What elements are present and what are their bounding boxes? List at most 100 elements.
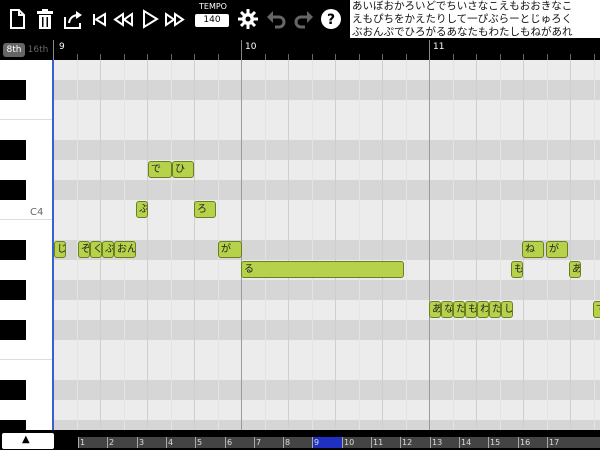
redo-icon[interactable] [293, 8, 315, 30]
trash-icon[interactable] [34, 8, 56, 30]
overview-bar-cell[interactable]: 1 [78, 437, 107, 448]
skip-to-start-icon[interactable] [88, 8, 110, 30]
c4-label: C4 [30, 207, 44, 218]
grid-row [53, 360, 600, 380]
black-key[interactable] [0, 180, 26, 200]
note-block[interactable]: も [465, 301, 477, 318]
black-key[interactable] [0, 240, 26, 260]
overview-bar-cell[interactable]: 2 [107, 437, 136, 448]
overview-bar-cell[interactable]: 13 [430, 437, 459, 448]
note-block[interactable]: な [441, 301, 453, 318]
note-block[interactable]: ね [522, 241, 544, 258]
grid-line [335, 60, 336, 430]
note-block[interactable]: ぞ [78, 241, 90, 258]
note-block[interactable]: ぷ [136, 201, 148, 218]
key-divider [0, 219, 53, 220]
grid-row [53, 220, 600, 240]
snap-8th-button[interactable]: 8th [3, 43, 25, 57]
grid-line [288, 60, 289, 430]
grid-line [570, 60, 571, 430]
note-block[interactable]: ぶ [102, 241, 114, 258]
note-block[interactable]: が [546, 241, 568, 258]
note-block[interactable]: わ [477, 301, 489, 318]
lyrics-line: えもぴちをかえたりして一ぴぶらーとじゅろく [352, 13, 573, 25]
overview-bar-cell[interactable]: 12 [400, 437, 429, 448]
fast-forward-icon[interactable] [164, 8, 186, 30]
note-block[interactable]: く [90, 241, 102, 258]
overview-bar-cell[interactable]: 17 [547, 437, 576, 448]
tempo-value[interactable]: 140 [195, 14, 229, 27]
grid-row [53, 80, 600, 100]
black-key[interactable] [0, 140, 26, 160]
grid-line [406, 60, 407, 430]
overview-bar-cell[interactable]: 8 [283, 437, 312, 448]
grid-row [53, 60, 600, 80]
new-file-icon[interactable] [6, 8, 28, 30]
note-block[interactable]: で [593, 301, 600, 318]
note-block[interactable]: も [511, 261, 523, 278]
piano-keyboard[interactable]: C4 [0, 60, 53, 430]
overview-bar-cell[interactable]: 4 [166, 437, 195, 448]
key-divider [0, 359, 53, 360]
timeline-ruler[interactable]: 8th 16th 9 10 11 [0, 40, 600, 60]
lyrics-text-area[interactable]: あいぼおかろいどでちいさなこえもおおきなこ えもぴちをかえたりして一ぴぶらーとじ… [350, 0, 600, 38]
bar-number: 10 [245, 42, 257, 52]
share-icon[interactable] [62, 8, 84, 30]
snap-16th-button[interactable]: 16th [27, 43, 49, 57]
black-key[interactable] [0, 420, 26, 430]
play-icon[interactable] [139, 8, 161, 30]
gear-icon[interactable] [237, 8, 259, 30]
lyrics-line: あいぼおかろいどでちいさなこえもおおきなこ [352, 0, 573, 12]
black-key[interactable] [0, 80, 26, 100]
note-block[interactable]: る [241, 261, 404, 278]
ruler-track[interactable]: 9 10 11 [53, 40, 600, 60]
note-block[interactable]: ひ [172, 161, 194, 178]
note-block[interactable]: おん [114, 241, 136, 258]
overview-bar-cell[interactable]: 7 [254, 437, 283, 448]
tempo-control[interactable]: TEMPO 140 [193, 2, 233, 36]
grid-line [500, 60, 501, 430]
key-divider [0, 119, 53, 120]
note-block[interactable]: あ [429, 301, 441, 318]
up-arrow-icon: ▲ [22, 434, 30, 445]
black-key[interactable] [0, 320, 26, 340]
grid-line [194, 60, 195, 430]
overview-bar-cell[interactable]: 11 [371, 437, 400, 448]
overview-bar-cell[interactable]: 15 [488, 437, 517, 448]
svg-text:?: ? [327, 12, 335, 28]
black-key[interactable] [0, 380, 26, 400]
note-block[interactable]: で [148, 161, 172, 178]
overview-bar-cell[interactable]: 5 [195, 437, 224, 448]
grid-row [53, 340, 600, 360]
grid-row [53, 300, 600, 320]
help-icon[interactable]: ? [320, 8, 342, 30]
playhead[interactable] [52, 60, 54, 430]
note-block[interactable]: が [218, 241, 242, 258]
note-block[interactable]: た [489, 301, 501, 318]
song-overview-bar[interactable]: 1 2 3 4 5 6 7 8 9 10 11 12 13 14 15 16 17 [78, 437, 600, 448]
overview-bar-cell[interactable]: 16 [518, 437, 547, 448]
overview-bar-cell[interactable]: 14 [459, 437, 488, 448]
overview-bar-cell[interactable]: 3 [137, 437, 166, 448]
black-key[interactable] [0, 280, 26, 300]
grid-row [53, 400, 600, 420]
keyboard-toggle-button[interactable]: ▲ [2, 433, 54, 449]
rewind-icon[interactable] [112, 8, 134, 30]
note-block[interactable]: じゅ [54, 241, 66, 258]
grid-line [312, 60, 313, 430]
undo-icon[interactable] [265, 8, 287, 30]
grid-line [265, 60, 266, 430]
note-block[interactable]: た [453, 301, 465, 318]
note-block[interactable]: あ [569, 261, 581, 278]
bar-number: 11 [433, 42, 445, 52]
note-block[interactable]: ろ [194, 201, 216, 218]
overview-bar-cell[interactable]: 6 [225, 437, 254, 448]
grid-row [53, 280, 600, 300]
overview-bar-cell[interactable]: 9 [312, 437, 341, 448]
note-block[interactable]: し [501, 301, 513, 318]
overview-bar-cell[interactable]: 10 [342, 437, 371, 448]
grid-line [359, 60, 360, 430]
bar-line [241, 40, 242, 60]
grid-row [53, 120, 600, 140]
piano-roll-grid[interactable]: じゅぞくぶおんぷでひろがるあなたもわたしもねがあで [53, 60, 600, 430]
